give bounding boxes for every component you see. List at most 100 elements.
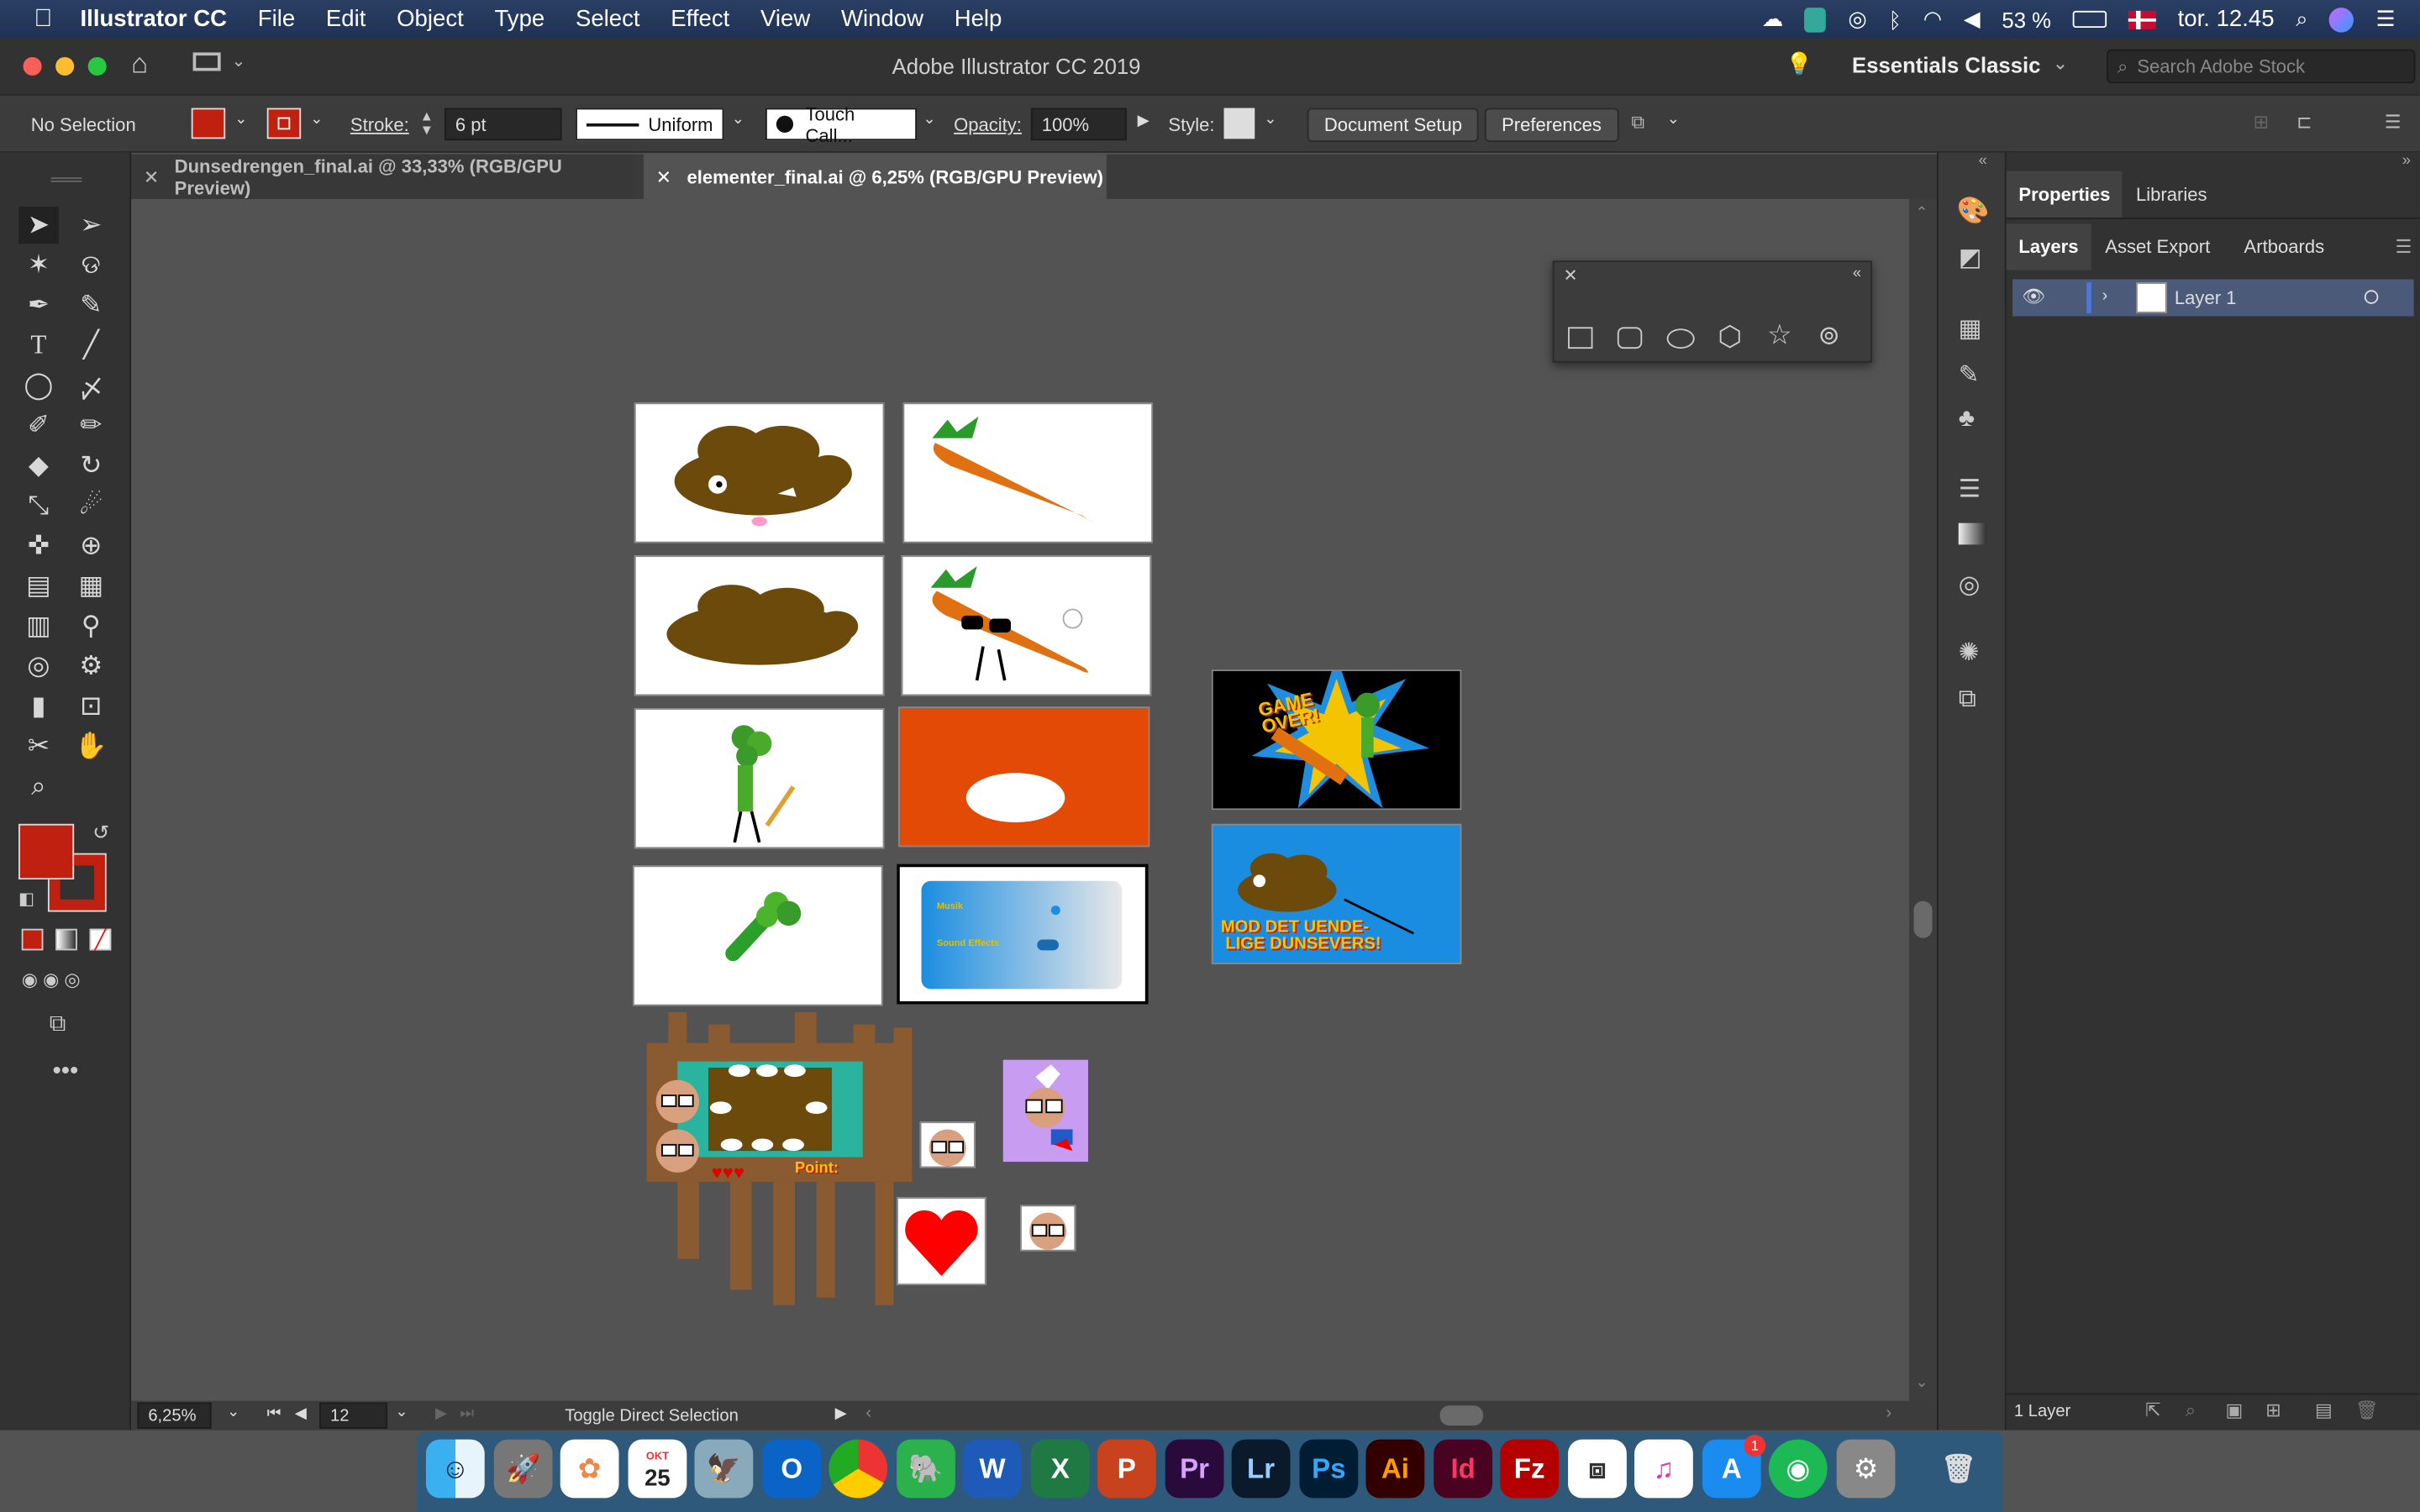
close-icon[interactable]: ✕	[656, 165, 671, 187]
tab-dunsedrengen[interactable]: ✕ Dunsedrengen_final.ai @ 33,33% (RGB/GP…	[131, 154, 634, 199]
tab-asset-export[interactable]: Asset Export	[2093, 223, 2223, 270]
photos-icon[interactable]: ✿	[560, 1439, 619, 1499]
rectangle-tool-icon[interactable]	[1568, 327, 1593, 349]
brush-icon[interactable]: ✐	[18, 407, 59, 444]
screen-mode-icon[interactable]: ⧉	[50, 1011, 66, 1037]
menu-view[interactable]: View	[760, 6, 810, 32]
menu-window[interactable]: Window	[841, 6, 923, 32]
stroke-weight-field[interactable]: 6 pt	[444, 108, 562, 141]
spotify-icon[interactable]: ◉	[1768, 1439, 1828, 1499]
illustrator-icon[interactable]: Ai	[1365, 1439, 1425, 1499]
close-window-button[interactable]	[23, 56, 42, 76]
none-mode-icon[interactable]: ╱	[89, 928, 112, 951]
premiere-icon[interactable]: Pr	[1165, 1439, 1224, 1499]
locate-object-icon[interactable]: ⌕	[2186, 1399, 2196, 1423]
artboard-poop[interactable]	[634, 555, 885, 696]
type-tool-icon[interactable]: T	[18, 327, 59, 364]
lasso-icon[interactable]: ଡ	[71, 247, 111, 284]
menu-type[interactable]: Type	[494, 6, 544, 32]
transparency-icon[interactable]: ◎	[1959, 570, 1981, 601]
chevron-down-icon[interactable]: ⌄	[2053, 52, 2068, 74]
appearance-icon[interactable]: ✺	[1959, 638, 1980, 669]
warp-icon[interactable]: ☄	[71, 487, 111, 524]
graphic-styles-icon[interactable]: ⧉	[1959, 686, 1976, 714]
variable-width-profile[interactable]: Uniform	[576, 108, 724, 141]
first-artboard-icon[interactable]: ⏮	[267, 1405, 281, 1422]
artboard-number-field[interactable]: 12	[319, 1402, 388, 1429]
stock-search-field[interactable]: ⌕ Search Adobe Stock	[2107, 49, 2416, 84]
curvature-tool-icon[interactable]: ✎	[71, 287, 111, 324]
artboard-carrot[interactable]	[902, 402, 1154, 543]
slice-icon[interactable]: ✂	[18, 728, 59, 765]
eyedropper-icon[interactable]: ⚲	[71, 608, 111, 645]
swap-colors-icon[interactable]: ↺	[92, 821, 109, 845]
battery-status[interactable]: 53 %	[2002, 7, 2051, 31]
scroll-left-icon[interactable]: ‹	[865, 1404, 871, 1422]
cloud-icon[interactable]: ☁	[1762, 6, 1784, 32]
artwork-nerd-face[interactable]	[1020, 1205, 1076, 1252]
tab-properties[interactable]: Properties	[2006, 171, 2123, 218]
finder-icon[interactable]: ☺	[425, 1439, 485, 1499]
lightbulb-icon[interactable]: 💡	[1786, 51, 1812, 77]
draw-mode-icon[interactable]: ◉ ◉ ◎	[22, 969, 81, 990]
apple-icon[interactable]: 	[34, 5, 52, 33]
fill-color-swatch[interactable]	[18, 823, 75, 879]
menu-effect[interactable]: Effect	[671, 6, 729, 32]
collapse-icon[interactable]: «	[1979, 153, 1987, 170]
more-tools-icon[interactable]: •••	[52, 1058, 78, 1086]
color-panel-icon[interactable]: 🎨	[1957, 196, 1990, 227]
scroll-up-icon[interactable]: ⌃	[1915, 205, 1928, 222]
visibility-eye-icon[interactable]: 👁	[2022, 286, 2045, 307]
artwork-game-board[interactable]: ♥♥♥ Point:	[646, 1011, 925, 1305]
ellipse-tool-icon[interactable]: ◯	[18, 367, 59, 404]
outlook-icon[interactable]: O	[762, 1439, 822, 1499]
workspace-switcher[interactable]: Essentials Classic	[1852, 52, 2040, 76]
powerpoint-icon[interactable]: P	[1097, 1439, 1156, 1499]
vertical-scrollbar[interactable]: ⌃ ⌄	[1908, 198, 1938, 1403]
close-icon[interactable]: ✕	[144, 165, 159, 187]
screen-app-icon[interactable]: ⧈	[1568, 1439, 1627, 1499]
artwork-nerd-face-small[interactable]	[919, 1121, 976, 1168]
trash-icon[interactable]: 🗑	[1929, 1440, 1988, 1499]
ellipse-tool-icon[interactable]	[1666, 328, 1695, 349]
hand-icon[interactable]: ✋	[71, 728, 111, 765]
scroll-thumb[interactable]	[1913, 900, 1933, 938]
rounded-rectangle-tool-icon[interactable]	[1617, 327, 1643, 349]
selection-tool-icon[interactable]: ➤	[18, 207, 59, 244]
chevron-down-icon[interactable]: ⌄	[310, 111, 323, 128]
star-tool-icon[interactable]: ☆	[1767, 319, 1792, 352]
notification-center-icon[interactable]: ☰	[2375, 6, 2395, 32]
excel-icon[interactable]: X	[1030, 1439, 1090, 1499]
arrange-documents-icon[interactable]	[192, 52, 221, 71]
brushes-icon[interactable]: ✎	[1959, 360, 1980, 391]
expand-icon[interactable]: »	[2402, 153, 2411, 170]
spotlight-icon[interactable]: ⌕	[2296, 6, 2307, 32]
gradient-panel-icon[interactable]	[1958, 522, 1986, 545]
preview-icon[interactable]: 🦅	[694, 1439, 754, 1499]
magic-wand-icon[interactable]: ✶	[18, 247, 59, 284]
clock[interactable]: tor. 12.45	[2178, 6, 2275, 32]
collapse-icon[interactable]: «	[1853, 265, 1861, 282]
new-layer-icon[interactable]: ▤	[2315, 1399, 2333, 1421]
pencil-icon[interactable]: ✏	[71, 407, 111, 444]
chrome-icon[interactable]	[829, 1439, 888, 1499]
app-menu[interactable]: Illustrator CC	[81, 6, 228, 32]
color-guide-icon[interactable]: ◩	[1959, 242, 1982, 273]
zoom-window-button[interactable]	[87, 56, 107, 76]
artwork-super-nerd[interactable]	[1002, 1059, 1088, 1163]
tab-libraries[interactable]: Libraries	[2123, 171, 2219, 218]
document-setup-button[interactable]: Document Setup	[1307, 108, 1480, 142]
eraser-icon[interactable]: ◆	[18, 448, 59, 485]
artboard-title-screen[interactable]: MOD DET UENDE- LIGE DUNSEVERS!	[1211, 823, 1462, 964]
tab-artboards[interactable]: Artboards	[2232, 223, 2337, 270]
artboard-poop-face[interactable]	[634, 402, 885, 543]
artboard-celery[interactable]	[633, 865, 883, 1006]
puppet-warp-icon[interactable]: ✜	[18, 528, 59, 564]
mesh-icon[interactable]: ▦	[71, 568, 111, 605]
calendar-icon[interactable]: OKT 25	[628, 1439, 687, 1499]
menu-help[interactable]: Help	[955, 6, 1002, 32]
siri-icon[interactable]	[2329, 7, 2354, 32]
menu-object[interactable]: Object	[397, 6, 464, 32]
chevron-down-icon[interactable]: ⌄	[1264, 111, 1276, 128]
chevron-down-icon[interactable]: ⌄	[395, 1404, 408, 1420]
